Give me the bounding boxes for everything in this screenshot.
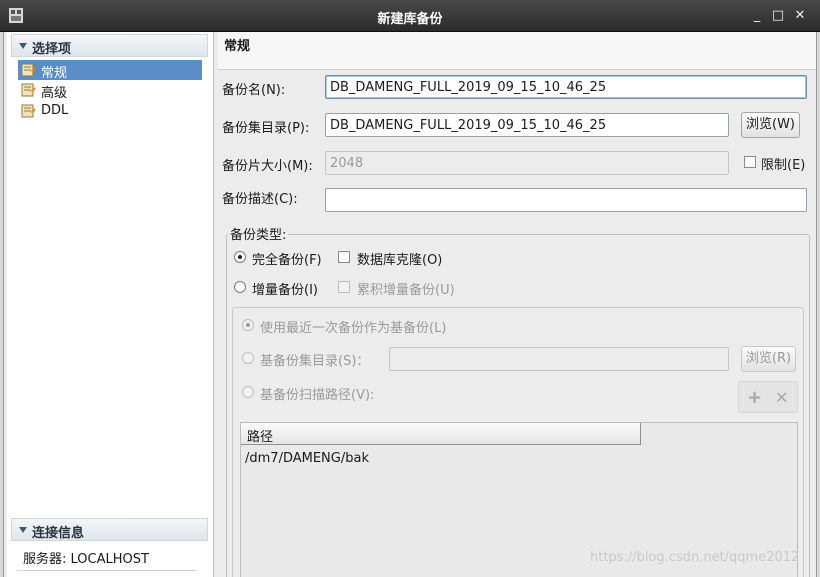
- use-latest-radio[interactable]: [242, 319, 254, 331]
- base-dir-input[interactable]: [389, 347, 729, 371]
- section-title: 常规: [224, 39, 251, 54]
- cumulative-label: 累积增量备份(U): [357, 283, 455, 298]
- divider: [17, 570, 197, 571]
- page-icon: [21, 104, 35, 118]
- full-backup-label: 完全备份(F): [252, 253, 322, 268]
- dialog-window: 选择项 常规 高级 DDL 连接信息 服务器: LOCALHOST 常规 备份名…: [3, 32, 817, 577]
- server-info: 服务器: LOCALHOST: [23, 552, 149, 567]
- backup-dir-label: 备份集目录(P):: [222, 121, 310, 136]
- options-sidebar: 选择项 常规 高级 DDL 连接信息 服务器: LOCALHOST: [7, 32, 214, 577]
- close-button[interactable]: ✕: [791, 7, 809, 25]
- description-input[interactable]: [325, 188, 807, 212]
- backup-type-title: 备份类型:: [228, 224, 289, 243]
- incremental-radio[interactable]: [234, 281, 246, 293]
- general-settings-panel: 常规 备份名(N): 备份集目录(P): 浏览(W) 备份片大小(M): 限制(…: [218, 32, 816, 577]
- title-bar: 新建库备份 _ □ ✕: [0, 0, 820, 32]
- sidebar-item-general[interactable]: 常规: [18, 60, 202, 81]
- scan-path-radio[interactable]: [242, 386, 254, 398]
- piece-size-label: 备份片大小(M):: [222, 159, 313, 174]
- collapse-triangle-icon: [19, 43, 27, 49]
- backup-name-label: 备份名(N):: [222, 83, 286, 98]
- backup-name-input[interactable]: [325, 75, 807, 99]
- table-row[interactable]: /dm7/DAMENG/bak: [245, 451, 369, 466]
- sidebar-item-label: DDL: [41, 103, 69, 118]
- base-dir-radio[interactable]: [242, 352, 254, 364]
- cumulative-checkbox[interactable]: [338, 281, 350, 293]
- description-label: 备份描述(C):: [222, 192, 298, 207]
- section-header: 常规: [218, 32, 816, 70]
- incremental-label: 增量备份(I): [252, 283, 318, 298]
- browse-base-button[interactable]: 浏览(R): [741, 346, 796, 372]
- limit-checkbox[interactable]: [744, 156, 756, 168]
- sidebar-item-label: 常规: [41, 66, 68, 81]
- watermark: https://blog.csdn.net/qqme2012: [590, 550, 800, 565]
- path-toolbar: + ✕: [738, 381, 798, 413]
- browse-button[interactable]: 浏览(W): [741, 112, 800, 138]
- backup-dir-input[interactable]: [325, 113, 729, 137]
- remove-icon[interactable]: ✕: [775, 388, 788, 407]
- use-latest-label: 使用最近一次备份作为基备份(L): [260, 321, 447, 336]
- base-dir-label: 基备份集目录(S)：: [260, 354, 370, 369]
- path-column-header[interactable]: 路径: [241, 423, 641, 445]
- page-icon: [21, 63, 35, 77]
- connection-header[interactable]: 连接信息: [11, 518, 208, 541]
- scan-path-label: 基备份扫描路径(V):: [260, 388, 375, 403]
- sidebar-item-ddl[interactable]: DDL: [18, 101, 202, 121]
- db-clone-checkbox[interactable]: [338, 251, 350, 263]
- full-backup-radio[interactable]: [234, 251, 246, 263]
- db-clone-label: 数据库克隆(O): [357, 253, 443, 268]
- options-header[interactable]: 选择项: [11, 34, 208, 57]
- window-title: 新建库备份: [377, 12, 443, 27]
- limit-label: 限制(E): [761, 158, 806, 173]
- sidebar-item-advanced[interactable]: 高级: [18, 80, 202, 101]
- minimize-button[interactable]: _: [748, 7, 766, 25]
- maximize-button[interactable]: □: [769, 7, 787, 25]
- collapse-triangle-icon: [19, 527, 27, 533]
- add-icon[interactable]: +: [747, 387, 762, 408]
- piece-size-input[interactable]: [325, 151, 729, 175]
- sidebar-item-label: 高级: [41, 86, 68, 101]
- page-icon: [21, 83, 35, 97]
